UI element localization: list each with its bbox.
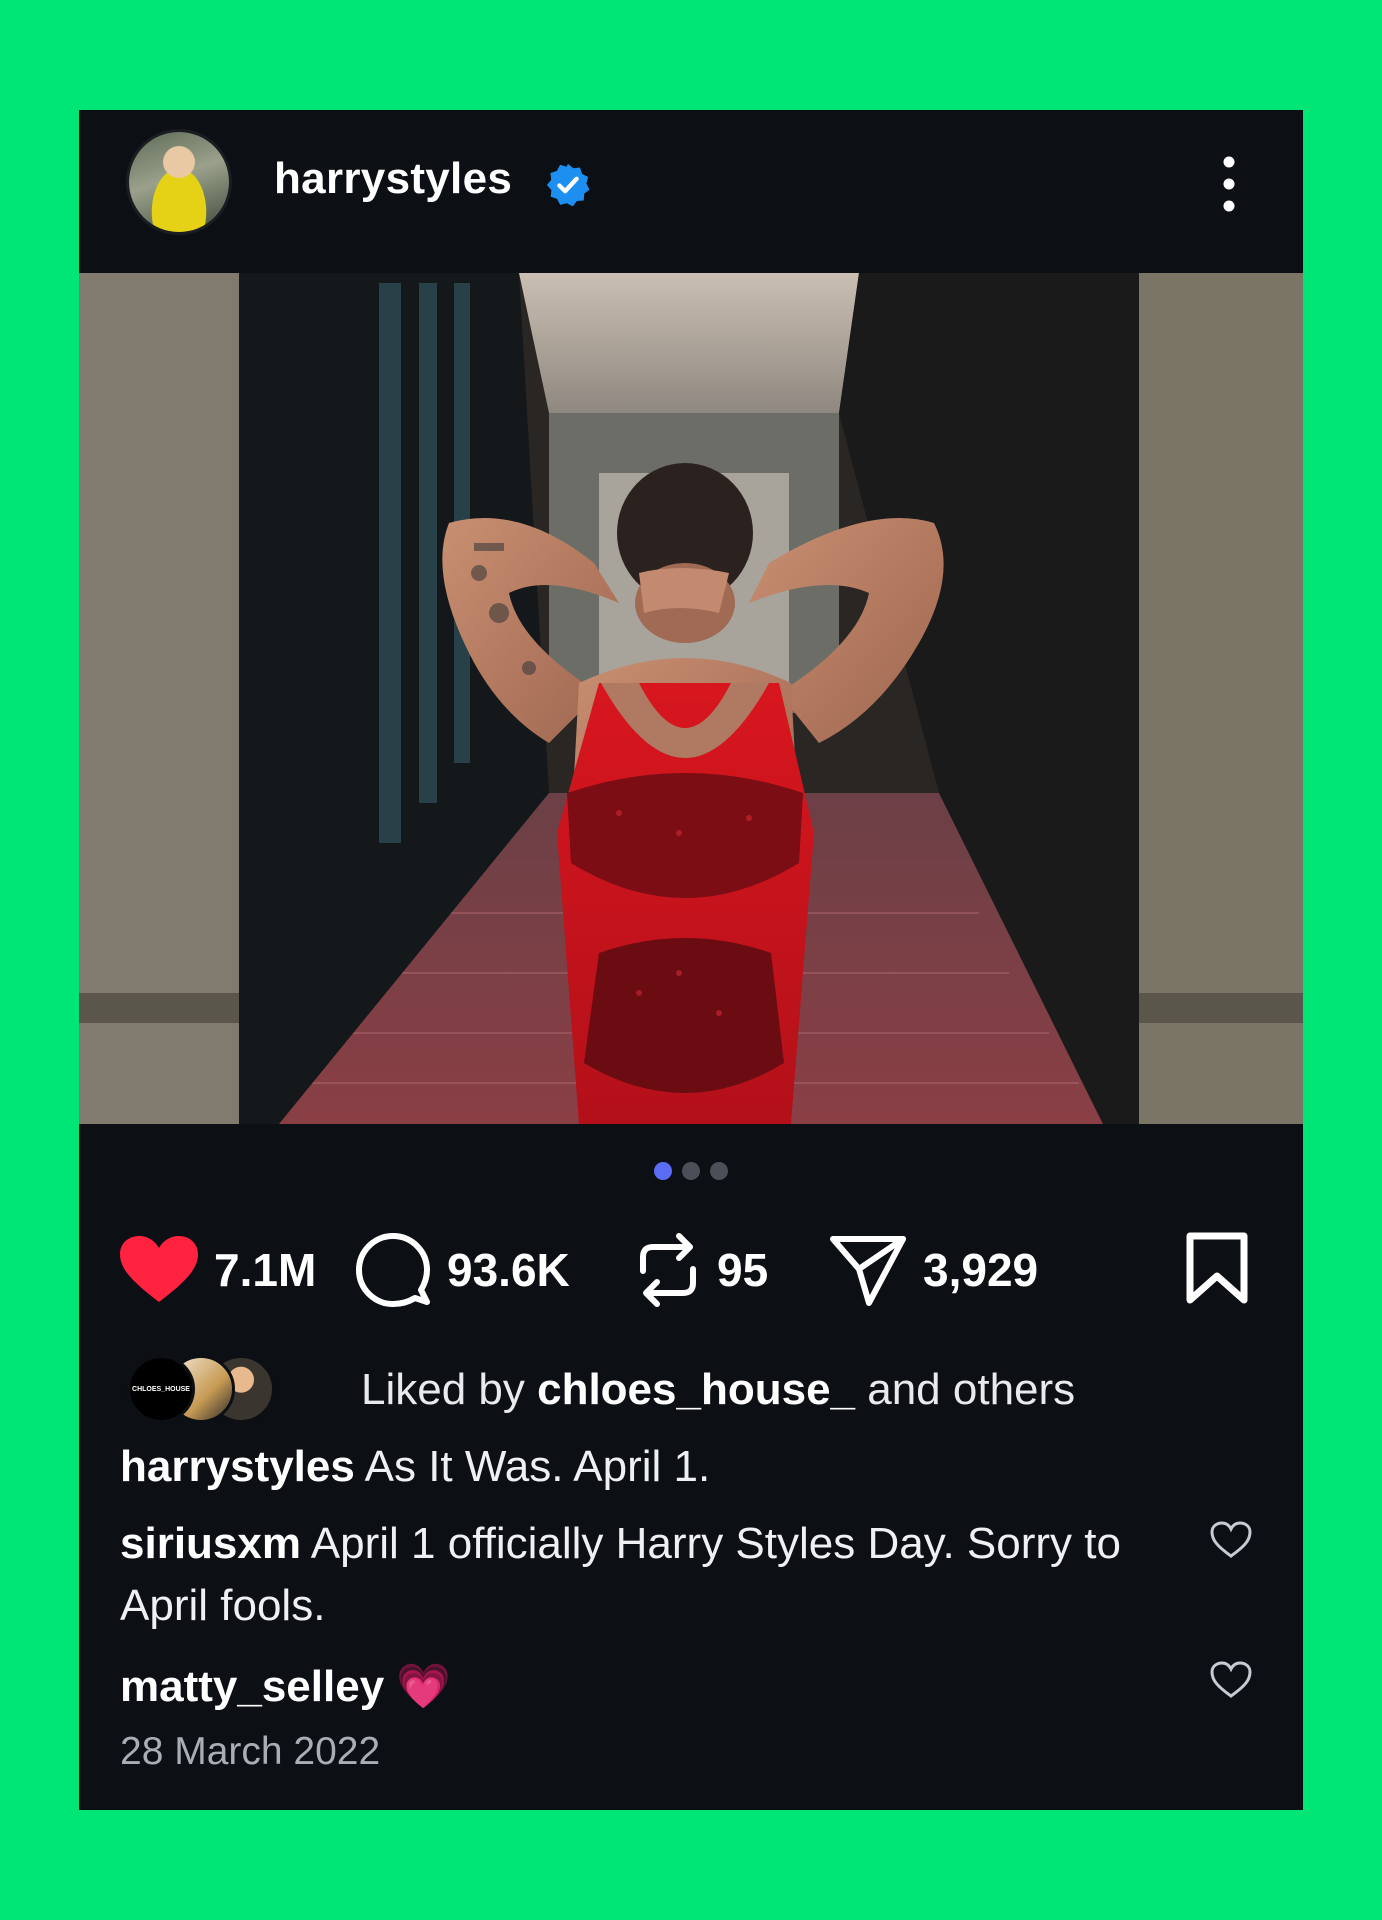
comment-item: siriusxm April 1 officially Harry Styles…: [120, 1513, 1160, 1637]
repost-icon: [640, 1233, 696, 1307]
post-card: harrystyles 7.1M 93.6K 95 3,929 CHLOES_H…: [79, 110, 1303, 1810]
carousel-dot-active[interactable]: [654, 1162, 672, 1180]
liked-by-prefix: Liked by: [361, 1365, 538, 1414]
liked-by-text: Liked by chloes_house_ and others: [361, 1365, 1075, 1415]
comment-text: 💗: [384, 1662, 452, 1711]
comment-heart-icon[interactable]: [1209, 1660, 1253, 1700]
caption-text: As It Was. April 1.: [354, 1442, 711, 1491]
post-photo[interactable]: [79, 273, 1303, 1124]
repost-button[interactable]: 95: [635, 1220, 768, 1320]
profile-avatar[interactable]: [129, 132, 229, 232]
liked-by-user[interactable]: chloes_house_: [537, 1365, 855, 1414]
comment-button[interactable]: 93.6K: [355, 1220, 570, 1320]
like-button[interactable]: 7.1M: [120, 1220, 316, 1320]
verified-badge-icon: [546, 163, 590, 207]
liked-by-row[interactable]: CHLOES_HOUSE Liked by chloes_house_ and …: [127, 1355, 1257, 1423]
like-count: 7.1M: [214, 1244, 317, 1296]
comment-heart-icon[interactable]: [1209, 1520, 1253, 1560]
carousel-dot[interactable]: [710, 1162, 728, 1180]
post-header: harrystyles: [79, 110, 1303, 273]
comment-username[interactable]: siriusxm: [120, 1519, 301, 1568]
heart-icon: [120, 1236, 198, 1302]
carousel-dot[interactable]: [682, 1162, 700, 1180]
carousel-indicator: [79, 1162, 1303, 1184]
share-count: 3,929: [923, 1244, 1039, 1296]
comment-username[interactable]: matty_selley: [120, 1662, 384, 1711]
liker-avatar-chloes-house[interactable]: CHLOES_HOUSE: [127, 1355, 195, 1423]
caption-username[interactable]: harrystyles: [120, 1442, 355, 1491]
bookmark-icon[interactable]: [1185, 1232, 1249, 1304]
post-username[interactable]: harrystyles: [274, 154, 512, 204]
action-bar: 7.1M 93.6K 95 3,929: [79, 1220, 1303, 1320]
comment-item: matty_selley 💗: [120, 1656, 1160, 1718]
repost-count: 95: [717, 1244, 769, 1296]
avatar-badge-text: CHLOES_HOUSE: [132, 1385, 190, 1393]
more-vertical-icon[interactable]: [1211, 154, 1247, 214]
post-caption: harrystyles As It Was. April 1.: [120, 1436, 1180, 1498]
liked-by-suffix: and others: [855, 1365, 1076, 1414]
share-icon: [830, 1236, 906, 1306]
post-date: 28 March 2022: [120, 1730, 381, 1773]
share-button[interactable]: 3,929: [829, 1220, 1038, 1320]
comment-icon: [356, 1233, 430, 1307]
comment-count: 93.6K: [447, 1244, 570, 1296]
